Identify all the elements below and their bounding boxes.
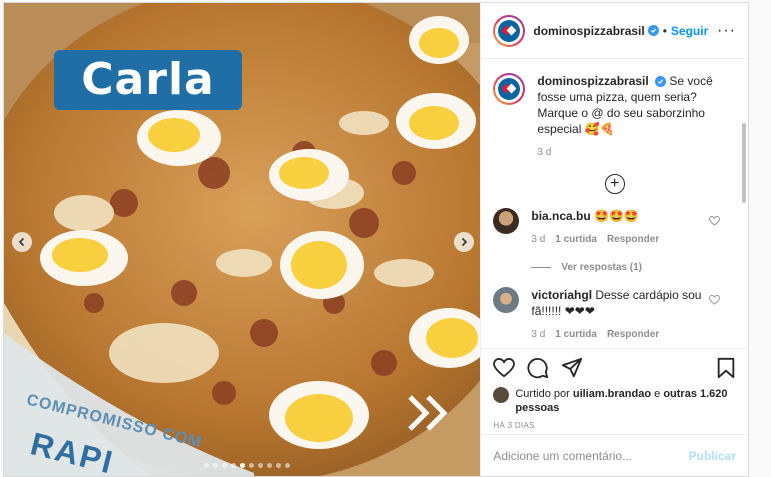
- publish-button[interactable]: Publicar: [689, 449, 736, 463]
- liked-by-user[interactable]: uiliam.brandao: [573, 388, 651, 400]
- caption-age[interactable]: 3 d: [537, 147, 727, 158]
- name-tag: Carla: [54, 50, 242, 110]
- comment-username[interactable]: victoriahgl: [531, 288, 592, 302]
- avatar[interactable]: [493, 208, 520, 234]
- comment-age[interactable]: 3 d: [531, 232, 545, 248]
- more-options-icon[interactable]: ···: [717, 22, 736, 40]
- verified-badge-icon: [647, 25, 659, 36]
- chevron-right-icon: [461, 237, 468, 247]
- caption-text: dominospizzabrasil Se você fosse uma piz…: [537, 73, 727, 137]
- scrollbar[interactable]: [742, 123, 746, 203]
- bookmark-icon[interactable]: [716, 357, 736, 379]
- post-side-panel: dominospizzabrasil • Seguir ··· dominosp…: [480, 3, 748, 476]
- comment-likes[interactable]: 1 curtida: [555, 232, 597, 248]
- heart-icon[interactable]: [493, 358, 516, 378]
- next-slide-button[interactable]: [454, 232, 474, 252]
- divider: [531, 267, 552, 268]
- avatar[interactable]: [493, 287, 520, 313]
- slide-dot: [285, 463, 290, 468]
- comments-list[interactable]: dominospizzabrasil Se você fosse uma piz…: [481, 59, 748, 348]
- dominos-logo-icon: [498, 78, 521, 100]
- slide-dot: [204, 463, 209, 468]
- comment-username[interactable]: bia.nca.bu: [531, 209, 590, 223]
- comment-age[interactable]: 3 d: [531, 327, 545, 343]
- comment-text: 🤩🤩🤩: [594, 209, 639, 223]
- slide-dot: [267, 463, 272, 468]
- header-username[interactable]: dominospizzabrasil: [533, 24, 644, 38]
- avatar[interactable]: [493, 14, 526, 47]
- previous-slide-button[interactable]: [12, 232, 32, 252]
- post-media[interactable]: COMPROMISSO COM RAPI Carla: [4, 3, 481, 476]
- view-replies-label: Ver respostas (1): [561, 262, 642, 273]
- view-replies-button[interactable]: Ver respostas (1): [531, 262, 736, 273]
- slide-dot: [240, 463, 245, 468]
- chevron-left-icon: [18, 237, 25, 247]
- heart-outline-icon[interactable]: [709, 216, 720, 226]
- slide-indicator: [204, 463, 290, 468]
- double-chevron-right-icon: [408, 395, 448, 431]
- plus-circle-icon: +: [604, 174, 625, 194]
- slide-dot: [231, 463, 236, 468]
- share-icon[interactable]: [561, 357, 583, 379]
- post-date[interactable]: HÁ 3 DIAS: [493, 421, 736, 430]
- separator-bullet: •: [662, 23, 667, 38]
- comment-input[interactable]: [493, 448, 689, 463]
- caption-username[interactable]: dominospizzabrasil: [537, 74, 648, 88]
- comment-item: bia.nca.bu 🤩🤩🤩 3 d 1 curtida Responder: [493, 208, 736, 248]
- verified-badge-icon: [655, 76, 667, 87]
- follow-button[interactable]: Seguir: [671, 24, 708, 38]
- comment-item: victoriahgl Desse cardápio sou fã!!!!!! …: [493, 287, 736, 343]
- add-comment-bar: Publicar: [481, 434, 748, 476]
- slide-dot: [276, 463, 281, 468]
- likes-prefix: Curtido por: [515, 388, 573, 400]
- load-more-comments-button[interactable]: +: [493, 174, 736, 194]
- reply-button[interactable]: Responder: [607, 232, 659, 248]
- post-dialog: COMPROMISSO COM RAPI Carla dominospizzab…: [3, 2, 749, 477]
- reply-button[interactable]: Responder: [607, 327, 659, 343]
- caption-avatar[interactable]: [493, 73, 526, 105]
- comment-likes[interactable]: 1 curtida: [555, 327, 597, 343]
- dominos-logo-icon: [498, 19, 521, 42]
- caption: dominospizzabrasil Se você fosse uma piz…: [493, 73, 736, 158]
- slide-dot: [222, 463, 227, 468]
- post-actions: Curtido por uiliam.brandao e outras 1.62…: [481, 348, 748, 434]
- slide-dot: [258, 463, 263, 468]
- heart-outline-icon[interactable]: [709, 295, 720, 305]
- post-header: dominospizzabrasil • Seguir ···: [481, 3, 748, 59]
- likes-middle: e: [651, 388, 664, 400]
- likes-summary: Curtido por uiliam.brandao e outras 1.62…: [493, 387, 736, 415]
- slide-dot: [249, 463, 254, 468]
- slide-dot: [213, 463, 218, 468]
- avatar[interactable]: [493, 387, 510, 403]
- comment-icon[interactable]: [527, 357, 549, 379]
